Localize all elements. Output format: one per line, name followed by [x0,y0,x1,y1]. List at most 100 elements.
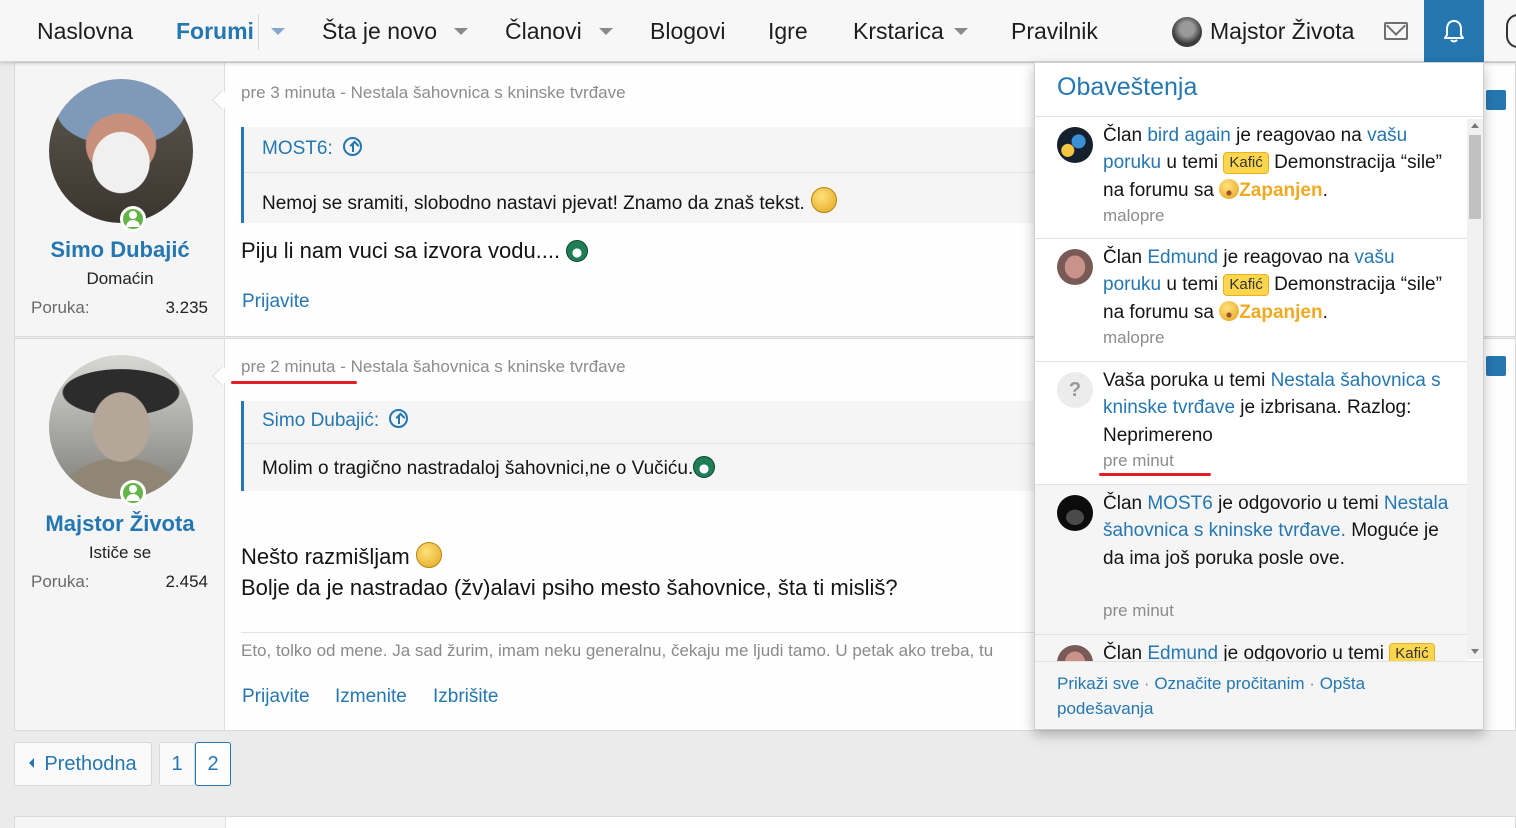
go-to-quote-icon[interactable] [389,409,409,428]
go-to-quote-icon[interactable] [342,137,362,156]
author-name[interactable]: Simo Dubajić [15,237,225,263]
scroll-down-icon[interactable] [1471,649,1479,654]
reaction-label: Zapanjen [1239,179,1323,201]
surprised-emoji-icon [1219,178,1240,199]
quote-author-name[interactable]: Simo Dubajić: [262,410,379,431]
members-chevron-down-icon[interactable] [599,28,613,35]
delete-button[interactable]: Izbrišite [433,686,498,708]
author-title: Ističe se [88,543,152,562]
avatar[interactable] [1057,249,1093,285]
post-count-label: Poruka: [31,298,90,317]
separator: · [1143,674,1150,693]
scrollbar-thumb[interactable] [1469,135,1481,219]
show-all-link[interactable]: Prikaži sve [1057,674,1139,693]
notification-user-link[interactable]: Edmund [1147,247,1218,268]
nav-home[interactable]: Naslovna [37,0,133,62]
chevron-left-icon [29,758,35,768]
surprised-emoji-icon [1219,300,1240,321]
notification-prefix: Član [1103,643,1143,661]
notification-text: Vaša poruka u temi Nestala šahovnica s k… [1103,367,1453,449]
notification-item[interactable]: Član MOST6 je odgovorio u temi Nestala š… [1035,485,1467,635]
avatar[interactable] [1057,495,1093,531]
notification-time: malopre [1103,206,1165,225]
notification-action: je reagovao na [1236,125,1362,146]
footer-links: Prikaži sve · Označite pročitanim · Opšt… [1057,671,1457,721]
nav-rules[interactable]: Pravilnik [1011,0,1098,62]
notification-in-topic: u temi [1166,274,1219,296]
post-count-value: 3.235 [165,298,208,317]
nav-forums[interactable]: Forumi [176,0,254,62]
post-body-text: Nešto razmišljam [241,544,410,569]
notification-item[interactable]: Član Edmund je reagovao na vašu poruku u… [1035,239,1467,362]
nav-krstarica[interactable]: Krstarica [853,0,944,62]
notification-item[interactable]: Član bird again je reagovao na vašu poru… [1035,117,1467,239]
prev-page-button[interactable]: Prethodna [14,742,152,786]
edit-button[interactable]: Izmenite [335,686,407,708]
quote-author[interactable]: Simo Dubajić: [262,409,409,432]
notifications-list: Član bird again je reagovao na vašu poru… [1035,117,1467,661]
prefix-tag: Kafić [1223,152,1269,175]
notification-user-link[interactable]: Edmund [1147,643,1218,661]
avatar[interactable] [49,355,193,499]
notification-prefix: Član [1103,247,1143,268]
signature-divider [241,632,1141,633]
quote-divider [244,443,1144,444]
avatar[interactable] [49,79,193,223]
nav-user-name[interactable]: Majstor Života [1210,0,1354,62]
notifications-footer: Prikaži sve · Označite pročitanim · Opšt… [1035,661,1483,729]
page-2-button[interactable]: 2 [195,742,231,786]
scroll-up-icon[interactable] [1471,123,1479,128]
online-status-icon [120,206,146,232]
post-count-value: 2.454 [165,572,208,591]
notifications-dropdown: Obaveštenja Član bird again je reagovao … [1034,62,1484,730]
nav-members[interactable]: Članovi [505,0,582,62]
right-edge-badge [1486,90,1506,110]
thinking-emoji-icon [415,542,442,568]
search-icon[interactable] [1506,14,1516,48]
avatar[interactable] [1057,645,1093,661]
post-count-label: Poruka: [31,572,90,591]
forums-chevron-down-icon[interactable] [271,28,285,35]
notifications-title[interactable]: Obaveštenja [1057,73,1197,102]
author-title: Domaćin [86,269,154,288]
next-post-strip [14,816,1516,828]
author-name[interactable]: Majstor Života [15,511,225,537]
notification-user-link[interactable]: bird again [1147,125,1230,146]
quote-text-content: Nemoj se sramiti, slobodno nastavi pjeva… [262,193,805,214]
user-avatar[interactable] [1172,17,1202,47]
quote-author[interactable]: MOST6: [262,137,362,160]
quote-divider [244,172,1144,173]
notifications-button[interactable] [1424,0,1484,62]
quote-text: Molim o tragično nastradaloj šahovnici,n… [262,456,716,480]
notification-in-topic: u temi [1166,152,1219,174]
avatar[interactable] [1057,127,1093,163]
whats-new-chevron-down-icon[interactable] [454,28,468,35]
annotation-underline [1099,473,1211,476]
nav-games[interactable]: Igre [768,0,808,62]
notification-time: pre minut [1103,601,1174,620]
post-author-panel: Majstor Života Ističe se Poruka: 2.454 [15,339,225,730]
krstarica-chevron-down-icon[interactable] [954,28,968,35]
notification-time: pre minut [1103,451,1174,470]
report-button[interactable]: Prijavite [242,686,310,708]
mail-icon[interactable] [1384,22,1408,40]
notification-user-link[interactable]: MOST6 [1147,493,1212,514]
post-meta[interactable]: pre 2 minuta - Nestala šahovnica s knins… [241,357,626,377]
post-meta[interactable]: pre 3 minuta - Nestala šahovnica s knins… [241,83,626,103]
nav-whats-new[interactable]: Šta je novo [322,0,437,62]
page-1-button[interactable]: 1 [159,742,195,786]
quote-author-name[interactable]: MOST6: [262,138,333,159]
notification-end: . [1322,179,1328,201]
notification-time: malopre [1103,328,1165,347]
post-body: Piju li nam vuci sa izvora vodu.... [241,238,589,264]
notification-item[interactable]: ? Vaša poruka u temi Nestala šahovnica s… [1035,362,1467,485]
grin-emoji-icon [566,240,589,262]
quote-block: Simo Dubajić: Molim o tragično nastradal… [241,401,1144,491]
notification-end: . [1322,301,1328,323]
nav-blogs[interactable]: Blogovi [650,0,725,62]
notification-item[interactable]: Član Edmund je odgovorio u temi Kafić [1035,635,1467,661]
report-button[interactable]: Prijavite [242,291,310,313]
prefix-tag: Kafić [1389,643,1435,661]
mark-read-link[interactable]: Označite pročitanim [1154,674,1304,693]
notification-text: Član Edmund je reagovao na vašu poruku u… [1103,244,1453,326]
